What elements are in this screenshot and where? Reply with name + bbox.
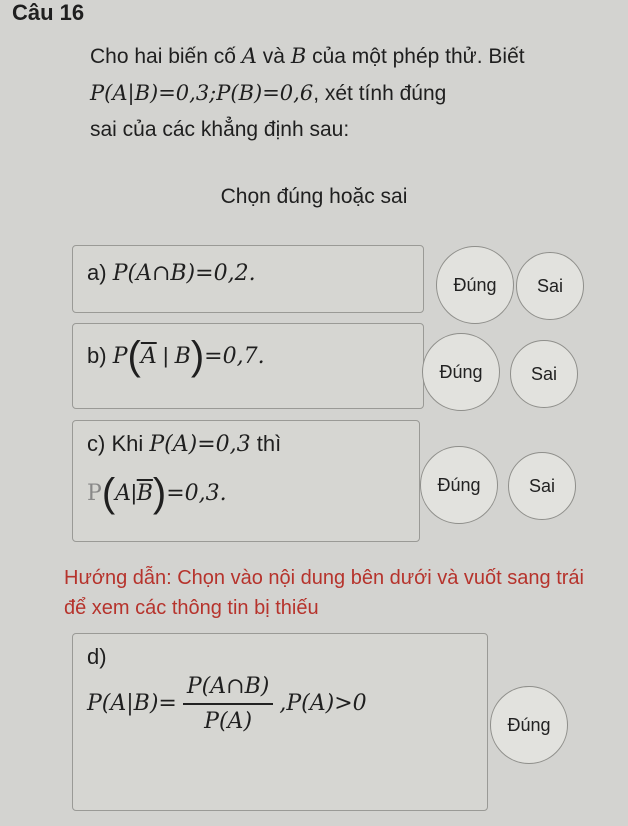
- statement-c-then: thì: [256, 431, 282, 456]
- statement-d-numerator: P(A∩B): [186, 674, 270, 699]
- event-b: B: [290, 44, 307, 68]
- statement-b-true-button[interactable]: Đúng: [422, 333, 500, 411]
- statement-a-false-button[interactable]: Sai: [516, 252, 584, 320]
- statement-b-label: b): [87, 343, 107, 368]
- statement-d-fraction: P(A∩B) P(A): [182, 674, 274, 734]
- statement-c-line2: P(A|B)=0,3.: [87, 471, 227, 515]
- statement-b: b) P(A | B)=0,7.: [87, 334, 265, 378]
- intro-text-1: Cho hai biến cố: [90, 45, 242, 68]
- statement-c-false-button[interactable]: Sai: [508, 452, 576, 520]
- statement-a-formula: P(A∩B)=0,2.: [112, 261, 256, 286]
- statement-c-label: c) Khi: [87, 431, 144, 456]
- statement-d-lhs: P(A|B)=: [87, 690, 177, 716]
- statement-d-card[interactable]: d) P(A|B)= P(A∩B) P(A) ,P(A)>0: [72, 633, 488, 811]
- statement-c-value: =0,3.: [166, 481, 227, 506]
- intro-and: và: [256, 45, 291, 68]
- intro-text-4: sai của các khẳng định sau:: [90, 118, 350, 141]
- statement-b-value: =0,7.: [204, 344, 265, 369]
- question-intro: Cho hai biến cố A và B của một phép thử.…: [90, 38, 605, 148]
- statement-d-true-button[interactable]: Đúng: [490, 686, 568, 764]
- intro-text-3: , xét tính đúng: [313, 82, 447, 105]
- guide-text: Hướng dẫn: Chọn vào nội dung bên dưới và…: [64, 567, 584, 619]
- statement-c-condition: P(A)=0,3: [149, 432, 251, 457]
- event-a: A: [241, 44, 257, 68]
- statement-b-p: P: [112, 344, 128, 369]
- statement-a: a) P(A∩B)=0,2.: [87, 260, 256, 286]
- statement-d-formula: P(A|B)= P(A∩B) P(A) ,P(A)>0: [87, 674, 367, 734]
- statement-c-b-bar: B: [136, 481, 153, 506]
- instruction-text: Chọn đúng hoặc sai: [220, 185, 408, 208]
- statement-c-card[interactable]: c) Khi P(A)=0,3 thì P(A|B)=0,3.: [72, 420, 420, 542]
- statement-d-rhs: ,P(A)>0: [279, 690, 367, 716]
- intro-formula: P(A|B)=0,3;P(B)=0,6: [90, 81, 314, 105]
- statement-c-true-button[interactable]: Đúng: [420, 446, 498, 524]
- statement-a-label: a): [87, 260, 107, 285]
- question-title: Câu 16: [12, 0, 85, 25]
- statement-d-denominator: P(A): [182, 703, 274, 734]
- statement-c-line1: c) Khi P(A)=0,3 thì: [87, 431, 281, 457]
- statement-c-a: A: [115, 481, 132, 506]
- statement-b-false-button[interactable]: Sai: [510, 340, 578, 408]
- statement-d-label: d): [87, 644, 107, 669]
- statement-b-a-bar: A: [140, 344, 157, 369]
- statement-a-card[interactable]: a) P(A∩B)=0,2.: [72, 245, 424, 313]
- intro-text-2: của một phép thử. Biết: [306, 45, 525, 68]
- statement-a-true-button[interactable]: Đúng: [436, 246, 514, 324]
- statement-b-b: B: [174, 344, 191, 369]
- statement-b-card[interactable]: b) P(A | B)=0,7.: [72, 323, 424, 409]
